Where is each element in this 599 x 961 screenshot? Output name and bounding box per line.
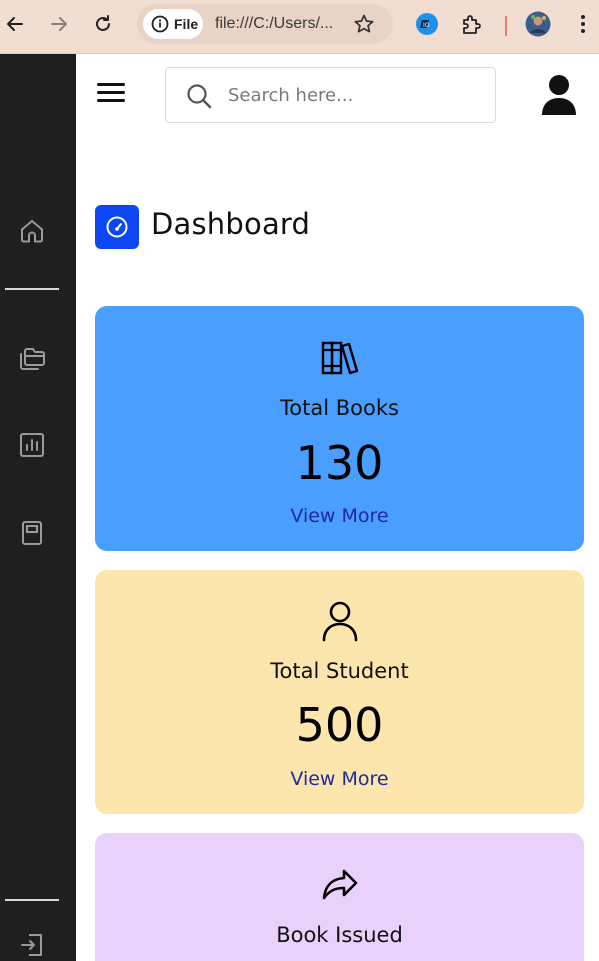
sidebar-divider-bottom: [5, 899, 59, 901]
profile-avatar: [525, 11, 551, 37]
puzzle-icon: [463, 15, 481, 34]
reload-icon: [96, 15, 110, 31]
sidebar-item-files[interactable]: [18, 345, 46, 373]
card-icon-wrap: [95, 867, 584, 903]
kebab-icon: [581, 15, 585, 33]
card-value: 500: [295, 698, 384, 752]
svg-text:IO: IO: [423, 22, 430, 29]
star-icon[interactable]: [353, 13, 375, 35]
card-label: Total Student: [270, 659, 409, 683]
card-icon-wrap: [95, 340, 584, 376]
logout-icon: [21, 934, 42, 956]
search-icon: [187, 84, 212, 109]
info-icon: [151, 15, 169, 33]
card-book-issued: Book Issued: [95, 833, 584, 961]
search-input[interactable]: [228, 80, 478, 110]
app-icon: IO: [416, 13, 438, 35]
address-bar[interactable]: File file:///C:/Users/...: [137, 4, 393, 44]
book-icon: [22, 521, 42, 545]
reload-button[interactable]: [88, 9, 118, 39]
dashboard-icon-badge: [95, 205, 139, 249]
card-total-student: Total Student 500 View More: [95, 570, 584, 814]
sidebar: [0, 54, 76, 961]
share-icon: [322, 869, 357, 900]
student-icon: [322, 601, 357, 642]
sidebar-item-logout[interactable]: [18, 931, 46, 959]
card-label: Book Issued: [276, 923, 403, 947]
speedometer-icon: [106, 216, 128, 238]
extension-app-button[interactable]: IO: [412, 9, 442, 39]
sidebar-divider: [5, 288, 59, 290]
sidebar-item-home[interactable]: [18, 217, 46, 245]
card-link-wrap: View More: [95, 768, 584, 790]
page-title: Dashboard: [151, 207, 311, 241]
card-icon-wrap: [95, 600, 584, 642]
browser-menu-button[interactable]: [568, 9, 598, 39]
card-label: Total Books: [280, 396, 399, 420]
browser-toolbar: File file:///C:/Users/... IO: [0, 0, 599, 54]
books-icon: [321, 341, 358, 375]
arrow-right-icon: [51, 17, 67, 31]
arrow-left-icon: [7, 17, 23, 31]
card-value: 130: [295, 436, 384, 490]
view-more-link[interactable]: View More: [290, 505, 388, 527]
home-icon: [21, 220, 43, 243]
site-info-chip[interactable]: File: [143, 9, 203, 39]
back-button[interactable]: [0, 9, 30, 39]
hamburger-menu-button[interactable]: [97, 83, 127, 105]
extensions-button[interactable]: [457, 9, 487, 39]
sidebar-item-books[interactable]: [18, 519, 46, 547]
view-more-link[interactable]: View More: [290, 768, 388, 790]
card-total-books: Total Books 130 View More: [95, 306, 584, 551]
site-info-label: File: [174, 16, 199, 32]
hamburger-line: [97, 99, 125, 102]
hamburger-line: [97, 91, 125, 94]
hamburger-icon: [97, 83, 125, 86]
toolbar-separator: [505, 16, 507, 36]
chart-icon: [20, 433, 44, 457]
sidebar-item-reports[interactable]: [18, 431, 46, 459]
url-text[interactable]: file:///C:/Users/...: [215, 15, 333, 33]
files-icon: [20, 348, 45, 370]
search-box: [165, 67, 496, 123]
user-icon: [542, 75, 576, 115]
user-account-button[interactable]: [540, 74, 578, 116]
profile-button[interactable]: [523, 9, 553, 39]
card-link-wrap: View More: [95, 505, 584, 527]
forward-button[interactable]: [44, 9, 74, 39]
